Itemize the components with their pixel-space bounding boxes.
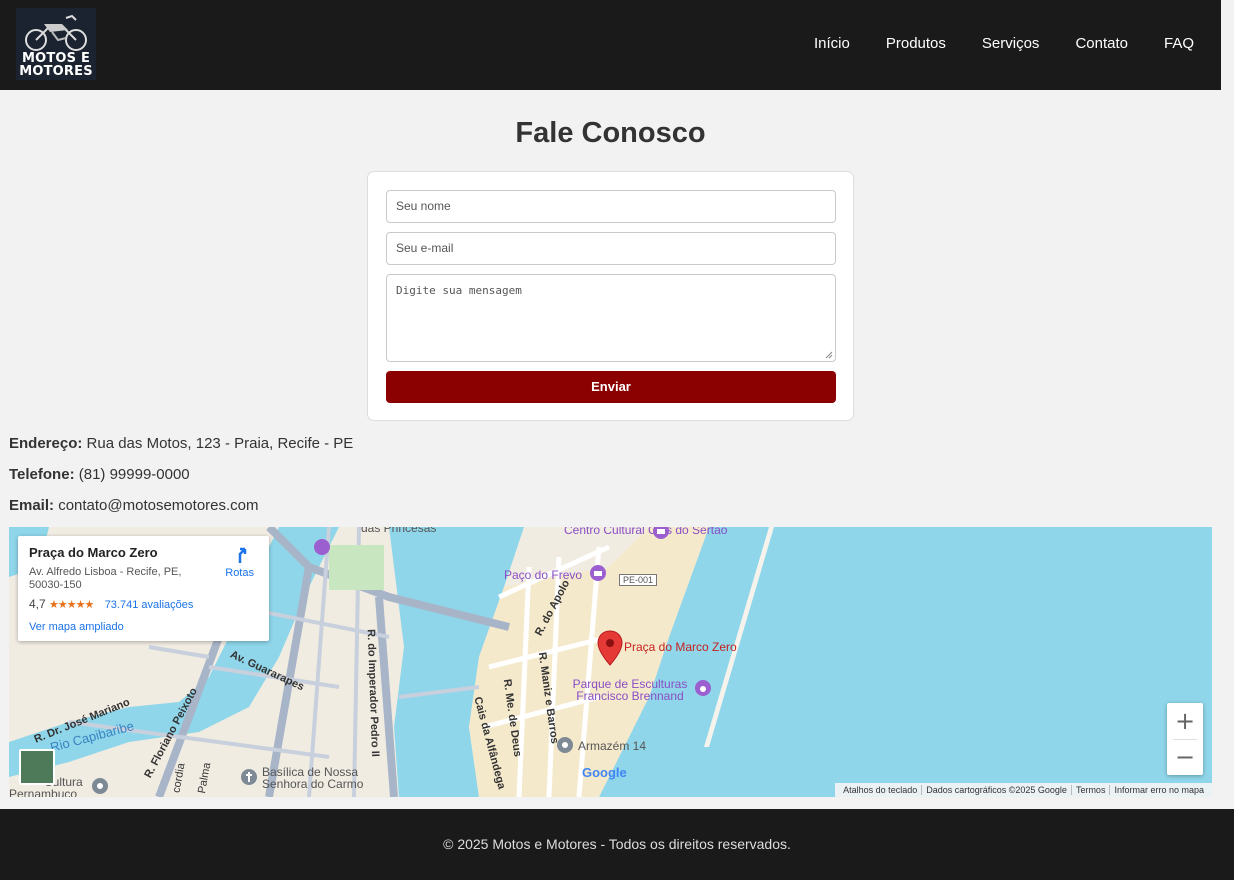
- page-title: Fale Conosco: [515, 117, 706, 149]
- email-label: Email:: [9, 497, 55, 514]
- keyboard-shortcuts-link[interactable]: Atalhos do teclado: [839, 785, 921, 795]
- google-map[interactable]: Centro Cultural Cais do Sertão Paço do F…: [9, 527, 1212, 797]
- zoom-controls: + −: [1167, 703, 1203, 775]
- reviews-link[interactable]: 73.741 avaliações: [105, 599, 194, 611]
- address-label: Endereço:: [9, 435, 83, 452]
- motorcycle-icon: [25, 14, 87, 51]
- report-error-link[interactable]: Informar erro no mapa: [1109, 785, 1208, 795]
- logo-text-line2: MOTORES: [19, 64, 93, 79]
- zoom-in-button[interactable]: +: [1167, 703, 1203, 739]
- road-badge-pe001: PE-001: [619, 574, 658, 586]
- name-input[interactable]: Seu nome: [386, 190, 836, 223]
- resize-handle-icon[interactable]: [825, 351, 833, 359]
- contact-form: Seu nome Seu e-mail Digite sua mensagem …: [367, 171, 854, 421]
- email-line: Email: contato@motosemotores.com: [9, 497, 259, 514]
- message-placeholder: Digite sua mensagem: [396, 284, 522, 297]
- satellite-toggle[interactable]: [19, 749, 55, 785]
- poi-pernambuco: Pernambuco: [9, 787, 78, 797]
- camera-icon[interactable]: [694, 679, 712, 697]
- directions-button[interactable]: Rotas: [225, 546, 254, 579]
- place-icon[interactable]: [91, 777, 109, 795]
- footer-text: © 2025 Motos e Motores - Todos os direit…: [443, 836, 791, 852]
- nav-servicos[interactable]: Serviços: [982, 35, 1040, 52]
- phone-label: Telefone:: [9, 466, 75, 483]
- zoom-divider: [1173, 739, 1197, 740]
- email-input[interactable]: Seu e-mail: [386, 232, 836, 265]
- larger-map-link[interactable]: Ver mapa ampliado: [29, 621, 258, 633]
- poi-princesas: das Princesas: [361, 527, 437, 535]
- place-rating: 4,7 ★★★★★ 73.741 avaliações: [29, 597, 258, 611]
- place-info-card: Praça do Marco Zero Av. Alfredo Lisboa -…: [18, 536, 269, 641]
- directions-icon: [238, 547, 246, 563]
- map-data-text: Dados cartográficos ©2025 Google: [921, 785, 1071, 795]
- place-title: Praça do Marco Zero: [29, 545, 158, 560]
- google-logo: Google: [582, 765, 627, 780]
- logo[interactable]: MOTOS E MOTORES: [16, 8, 96, 80]
- phone-value: (81) 99999-0000: [78, 466, 190, 483]
- map-attribution: Atalhos do teclado Dados cartográficos ©2…: [835, 783, 1212, 797]
- star-rating-icon: ★★★★★: [49, 599, 94, 611]
- church-icon[interactable]: [240, 768, 258, 786]
- site-header: MOTOS E MOTORES Início Produtos Serviços…: [0, 0, 1221, 90]
- send-button[interactable]: Enviar: [386, 371, 836, 403]
- nav-inicio[interactable]: Início: [814, 35, 850, 52]
- directions-label: Rotas: [225, 567, 254, 579]
- nav-faq[interactable]: FAQ: [1164, 35, 1194, 52]
- email-value: contato@motosemotores.com: [58, 497, 259, 514]
- address-line: Endereço: Rua das Motos, 123 - Praia, Re…: [9, 435, 353, 452]
- main-nav: Início Produtos Serviços Contato FAQ: [778, 35, 1194, 52]
- address-value: Rua das Motos, 123 - Praia, Recife - PE: [86, 435, 354, 452]
- site-footer: © 2025 Motos e Motores - Todos os direit…: [0, 809, 1234, 880]
- nav-contato[interactable]: Contato: [1075, 35, 1128, 52]
- museum-icon[interactable]: [589, 564, 607, 582]
- place-address: Av. Alfredo Lisboa - Recife, PE, 50030-1…: [29, 566, 182, 591]
- poi-parque-esculturas[interactable]: Parque de Esculturas Francisco Brennand: [570, 678, 690, 702]
- rating-value: 4,7: [29, 597, 46, 611]
- poi-armazem-14[interactable]: Armazém 14: [578, 739, 646, 753]
- message-textarea[interactable]: Digite sua mensagem: [386, 274, 836, 362]
- google-logo-text: Google: [582, 765, 627, 780]
- nav-produtos[interactable]: Produtos: [886, 35, 946, 52]
- museum-icon[interactable]: [652, 527, 670, 540]
- poi-purple-icon[interactable]: [313, 538, 331, 556]
- poi-basilica[interactable]: Basílica de Nossa Senhora do Carmo: [262, 766, 382, 790]
- poi-cais-sertao[interactable]: Centro Cultural Cais do Sertão: [564, 527, 727, 537]
- terms-link[interactable]: Termos: [1070, 785, 1110, 795]
- pin-label[interactable]: Praça do Marco Zero: [624, 640, 737, 654]
- zoom-out-button[interactable]: −: [1167, 739, 1203, 775]
- phone-line: Telefone: (81) 99999-0000: [9, 466, 190, 483]
- poi-paco-frevo[interactable]: Paço do Frevo: [504, 568, 582, 582]
- location-pin-icon[interactable]: [597, 630, 623, 666]
